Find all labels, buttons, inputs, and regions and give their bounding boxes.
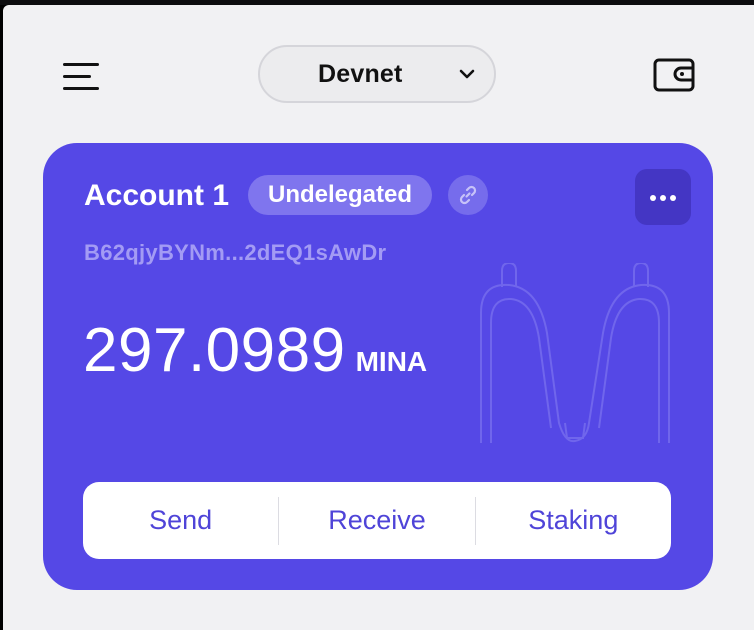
account-card: Account 1 Undelegated B62qjyBYNm...2dEQ1… (43, 143, 713, 590)
menu-line (63, 87, 99, 90)
account-name: Account 1 (84, 179, 230, 212)
delegation-status-badge: Undelegated (248, 175, 432, 215)
balance-unit: MINA (355, 346, 428, 377)
link-button[interactable] (448, 175, 488, 215)
mina-logo-icon (480, 263, 670, 443)
more-horizontal-icon (660, 195, 666, 201)
wallet-button[interactable] (648, 55, 700, 97)
receive-button[interactable]: Receive (279, 482, 474, 559)
more-horizontal-icon (650, 195, 656, 201)
wallet-icon (653, 58, 695, 92)
menu-line (63, 63, 99, 66)
menu-line (63, 75, 91, 78)
staking-button[interactable]: Staking (476, 482, 671, 559)
action-bar: Send Receive Staking (83, 482, 671, 559)
balance: 297.0989 MINA (83, 315, 427, 386)
more-horizontal-icon (670, 195, 676, 201)
send-button[interactable]: Send (83, 482, 278, 559)
balance-amount: 297.0989 (83, 316, 346, 385)
more-options-button[interactable] (635, 169, 691, 225)
wallet-popup: Devnet Account 1 Undelegated B62qjyBYNm.… (3, 5, 754, 630)
menu-button[interactable] (57, 57, 103, 97)
account-address[interactable]: B62qjyBYNm...2dEQ1sAwDr (84, 240, 386, 266)
network-label: Devnet (318, 60, 403, 88)
network-selector[interactable]: Devnet (258, 45, 496, 103)
chevron-down-icon (459, 69, 475, 79)
link-icon (459, 185, 477, 205)
